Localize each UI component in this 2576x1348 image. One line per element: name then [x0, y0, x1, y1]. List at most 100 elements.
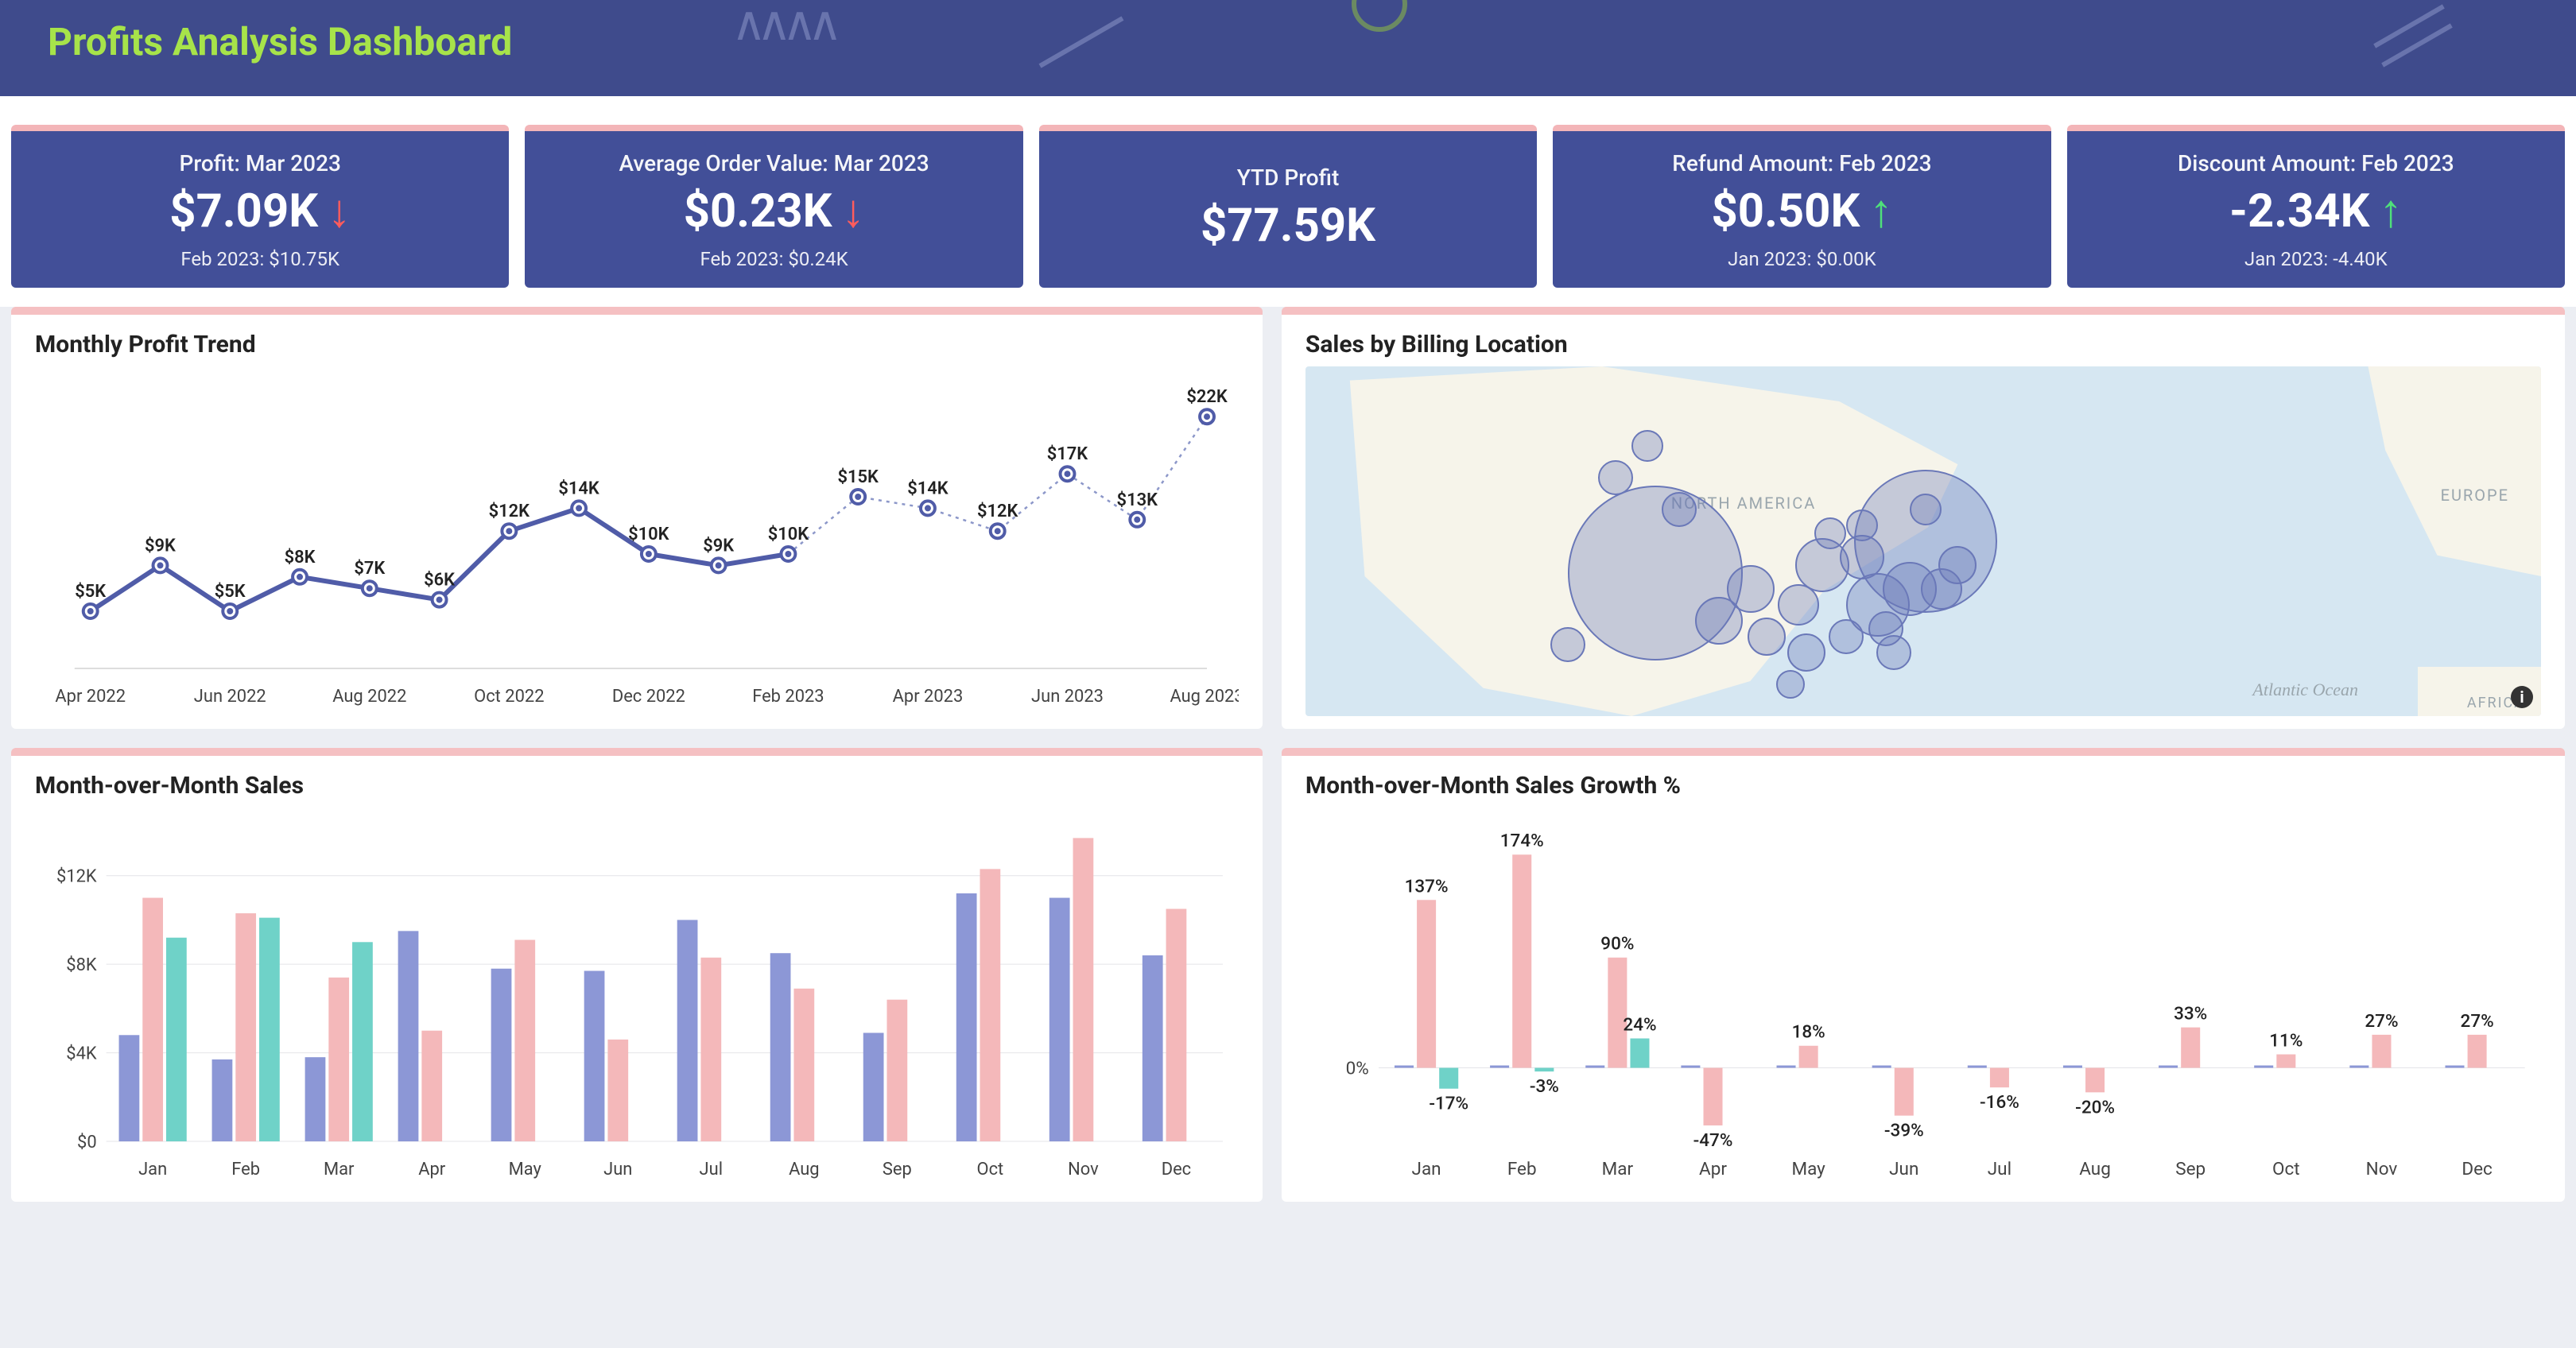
- svg-text:Sep: Sep: [2175, 1159, 2206, 1180]
- monthly-profit-line-chart[interactable]: Apr 2022Jun 2022Aug 2022Oct 2022Dec 2022…: [35, 366, 1239, 716]
- svg-text:Apr 2022: Apr 2022: [55, 687, 126, 707]
- kpi-discount[interactable]: Discount Amount: Feb 2023 -2.34K ↑ Jan 2…: [2067, 125, 2565, 288]
- kpi-value-text: $0.23K: [684, 184, 832, 238]
- svg-text:$13K: $13K: [1117, 490, 1158, 510]
- svg-text:Jan: Jan: [138, 1160, 167, 1180]
- svg-text:$5K: $5K: [215, 582, 246, 602]
- kpi-sub: Jan 2023: $0.00K: [1562, 248, 2041, 270]
- map-bubble[interactable]: [1846, 509, 1878, 541]
- kpi-value-text: $7.09K: [169, 184, 318, 238]
- panel-title: Sales by Billing Location: [1305, 331, 2541, 358]
- svg-text:Aug: Aug: [789, 1160, 820, 1180]
- arrow-up-icon: ↑: [2380, 184, 2403, 238]
- panel-mom-growth: Month-over-Month Sales Growth % 0%137%-1…: [1282, 748, 2565, 1202]
- svg-text:Jun: Jun: [1889, 1159, 1918, 1180]
- svg-text:Feb: Feb: [1507, 1159, 1537, 1180]
- kpi-value: $0.23K ↓: [684, 184, 865, 238]
- map-label-eu: EUROPE: [2441, 486, 2509, 505]
- svg-text:Oct: Oct: [977, 1160, 1004, 1180]
- map-bubble[interactable]: [1662, 492, 1697, 527]
- panel-title: Month-over-Month Sales Growth %: [1305, 772, 2541, 800]
- page-title: Profits Analysis Dashboard: [48, 19, 2528, 64]
- kpi-profit[interactable]: Profit: Mar 2023 $7.09K ↓ Feb 2023: $10.…: [11, 125, 509, 288]
- svg-text:Nov: Nov: [2366, 1159, 2398, 1180]
- map-bubble[interactable]: [1748, 618, 1786, 656]
- svg-text:Apr 2023: Apr 2023: [893, 687, 964, 707]
- map-bubble[interactable]: [1695, 597, 1743, 645]
- svg-text:90%: 90%: [1600, 934, 1634, 955]
- kpi-value: $7.09K ↓: [169, 184, 351, 238]
- svg-text:$6K: $6K: [424, 571, 456, 591]
- map-bubble[interactable]: [1787, 633, 1825, 672]
- svg-text:Mar: Mar: [1602, 1159, 1634, 1180]
- svg-text:174%: 174%: [1500, 831, 1544, 851]
- map-bubble[interactable]: [1598, 460, 1633, 495]
- svg-text:24%: 24%: [1623, 1015, 1656, 1036]
- kpi-title: Average Order Value: Mar 2023: [534, 150, 1013, 176]
- svg-text:$12K: $12K: [977, 502, 1018, 521]
- svg-text:Apr: Apr: [418, 1160, 446, 1180]
- kpi-sub: Feb 2023: $0.24K: [534, 248, 1013, 270]
- panel-title: Monthly Profit Trend: [35, 331, 1239, 358]
- map-bubble[interactable]: [1910, 494, 1942, 525]
- svg-text:$12K: $12K: [489, 502, 530, 521]
- map-bubble[interactable]: [1829, 619, 1864, 654]
- map-bubble[interactable]: [1776, 670, 1805, 699]
- svg-text:$7K: $7K: [354, 559, 386, 579]
- svg-text:-20%: -20%: [2075, 1098, 2115, 1118]
- map-bubble[interactable]: [1938, 546, 1977, 584]
- kpi-title: YTD Profit: [1049, 165, 1527, 191]
- dashboard-header: Profits Analysis Dashboard ∧∧∧∧: [0, 0, 2576, 96]
- svg-text:$10K: $10K: [768, 525, 809, 544]
- kpi-refund[interactable]: Refund Amount: Feb 2023 $0.50K ↑ Jan 202…: [1553, 125, 2050, 288]
- svg-text:May: May: [509, 1160, 542, 1180]
- svg-text:$8K: $8K: [285, 548, 316, 567]
- kpi-title: Profit: Mar 2023: [21, 150, 499, 176]
- svg-text:11%: 11%: [2269, 1031, 2302, 1052]
- svg-text:Jul: Jul: [1988, 1159, 2012, 1180]
- svg-text:137%: 137%: [1405, 877, 1449, 897]
- kpi-title: Discount Amount: Feb 2023: [2077, 150, 2555, 176]
- map-bubble[interactable]: [1631, 430, 1663, 462]
- row-charts-1: Monthly Profit Trend Apr 2022Jun 2022Aug…: [0, 307, 2576, 748]
- decorative-zigzag-icon: ∧∧∧∧: [731, 0, 833, 52]
- kpi-sub: Feb 2023: $10.75K: [21, 248, 499, 270]
- kpi-value: -2.34K ↑: [2229, 184, 2402, 238]
- kpi-ytd-profit[interactable]: YTD Profit $77.59K: [1039, 125, 1537, 288]
- svg-text:Mar: Mar: [324, 1160, 355, 1180]
- svg-text:Oct: Oct: [2272, 1159, 2300, 1180]
- kpi-value: $0.50K ↑: [1712, 184, 1893, 238]
- svg-text:Sep: Sep: [883, 1160, 912, 1180]
- svg-text:$22K: $22K: [1186, 387, 1228, 407]
- svg-text:$17K: $17K: [1047, 444, 1088, 464]
- svg-text:$14K: $14K: [558, 478, 599, 498]
- arrow-down-icon: ↓: [328, 184, 351, 238]
- map-bubble[interactable]: [1778, 584, 1819, 626]
- panel-sales-map: Sales by Billing Location NORTH AMERICA …: [1282, 307, 2565, 729]
- svg-text:33%: 33%: [2174, 1004, 2207, 1025]
- kpi-title: Refund Amount: Feb 2023: [1562, 150, 2041, 176]
- info-icon[interactable]: i: [2511, 686, 2533, 708]
- svg-text:$15K: $15K: [837, 467, 879, 487]
- svg-text:Jan: Jan: [1411, 1159, 1441, 1180]
- svg-text:$8K: $8K: [66, 955, 97, 975]
- svg-text:$5K: $5K: [75, 582, 107, 602]
- map-label-ao: Atlantic Ocean: [2252, 680, 2358, 700]
- svg-text:Aug 2023: Aug 2023: [1170, 687, 1238, 707]
- map-bubble[interactable]: [1550, 627, 1585, 662]
- map-bubble[interactable]: [1876, 635, 1911, 670]
- svg-text:May: May: [1791, 1159, 1825, 1180]
- svg-text:Feb: Feb: [231, 1160, 260, 1180]
- kpi-aov[interactable]: Average Order Value: Mar 2023 $0.23K ↓ F…: [525, 125, 1022, 288]
- svg-text:Dec: Dec: [1162, 1160, 1191, 1180]
- svg-text:$12K: $12K: [56, 867, 97, 887]
- panel-monthly-profit-trend: Monthly Profit Trend Apr 2022Jun 2022Aug…: [11, 307, 1263, 729]
- arrow-up-icon: ↑: [1869, 184, 1892, 238]
- svg-text:Jun 2023: Jun 2023: [1031, 687, 1104, 707]
- sales-map[interactable]: NORTH AMERICA EUROPE Atlantic Ocean AFRI…: [1305, 366, 2541, 716]
- mom-sales-bar-chart[interactable]: $0$4K$8K$12KJanFebMarAprMayJunJulAugSepO…: [35, 808, 1239, 1189]
- map-bubble[interactable]: [1814, 517, 1846, 549]
- svg-text:27%: 27%: [2365, 1011, 2398, 1032]
- panel-mom-sales: Month-over-Month Sales $0$4K$8K$12KJanFe…: [11, 748, 1263, 1202]
- mom-growth-bar-chart[interactable]: 0%137%-17%Jan174%-3%Feb90%24%Mar-47%Apr1…: [1305, 808, 2541, 1189]
